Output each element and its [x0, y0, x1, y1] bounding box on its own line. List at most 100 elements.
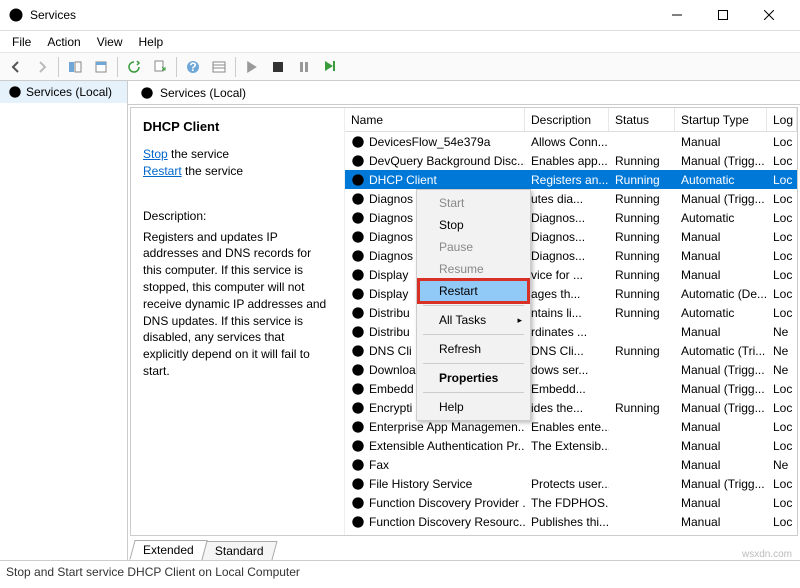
service-icon — [351, 211, 365, 225]
col-startup[interactable]: Startup Type — [675, 108, 767, 131]
service-icon — [351, 249, 365, 263]
restart-service-button[interactable] — [318, 55, 342, 79]
description-body: Registers and updates IP addresses and D… — [143, 229, 332, 380]
ctx-start[interactable]: Start — [419, 192, 528, 214]
svg-text:?: ? — [189, 60, 196, 74]
status-text: Stop and Start service DHCP Client on Lo… — [6, 565, 300, 579]
status-bar: Stop and Start service DHCP Client on Lo… — [0, 560, 800, 582]
table-row[interactable]: EmbeddEmbedd...Manual (Trigg...Loc — [345, 379, 797, 398]
ctx-pause[interactable]: Pause — [419, 236, 528, 258]
start-service-button[interactable] — [240, 55, 264, 79]
view-tabs: Extended Standard — [128, 536, 800, 560]
service-icon — [351, 515, 365, 529]
menu-help[interactable]: Help — [131, 33, 172, 51]
maximize-button[interactable] — [700, 0, 746, 30]
column-headers: Name Description Status Startup Type Log — [345, 108, 797, 132]
service-icon — [351, 420, 365, 434]
ctx-properties[interactable]: Properties — [419, 367, 528, 389]
table-row[interactable]: File History ServiceProtects user...Manu… — [345, 474, 797, 493]
pause-service-button[interactable] — [292, 55, 316, 79]
table-row[interactable]: Displayvice for ...RunningManualLoc — [345, 265, 797, 284]
refresh-button[interactable] — [122, 55, 146, 79]
export-button[interactable] — [148, 55, 172, 79]
titlebar: Services — [0, 0, 800, 31]
service-icon — [351, 401, 365, 415]
help-button[interactable]: ? — [181, 55, 205, 79]
services-list[interactable]: Name Description Status Startup Type Log… — [345, 108, 797, 535]
service-icon — [351, 268, 365, 282]
pane-header: Services (Local) — [128, 81, 800, 105]
ctx-refresh[interactable]: Refresh — [419, 338, 528, 360]
ctx-stop[interactable]: Stop — [419, 214, 528, 236]
service-icon — [351, 496, 365, 510]
service-icon — [351, 458, 365, 472]
table-row[interactable]: DNS CliDNS Cli...RunningAutomatic (Tri..… — [345, 341, 797, 360]
service-icon — [351, 325, 365, 339]
table-row[interactable]: Enterprise App Managemen...Enables ente.… — [345, 417, 797, 436]
table-row[interactable]: DiagnosDiagnos...RunningManualLoc — [345, 227, 797, 246]
service-icon — [351, 287, 365, 301]
show-hide-button[interactable] — [63, 55, 87, 79]
table-row[interactable]: FaxManualNe — [345, 455, 797, 474]
col-status[interactable]: Status — [609, 108, 675, 131]
service-icon — [351, 477, 365, 491]
stop-link[interactable]: Stop — [143, 147, 168, 161]
service-icon — [351, 344, 365, 358]
detail-title: DHCP Client — [143, 118, 332, 136]
col-name[interactable]: Name — [345, 108, 525, 131]
service-icon — [351, 173, 365, 187]
col-description[interactable]: Description — [525, 108, 609, 131]
back-button[interactable] — [4, 55, 28, 79]
table-row[interactable]: Extensible Authentication Pr...The Exten… — [345, 436, 797, 455]
ctx-help[interactable]: Help — [419, 396, 528, 418]
table-row[interactable]: DevicesFlow_54e379aAllows Conn...ManualL… — [345, 132, 797, 151]
tab-standard[interactable]: Standard — [201, 541, 277, 560]
table-row[interactable]: DiagnosDiagnos...RunningManualLoc — [345, 246, 797, 265]
service-icon — [351, 306, 365, 320]
services-icon — [8, 7, 24, 23]
service-icon — [351, 135, 365, 149]
window-title: Services — [30, 8, 654, 22]
table-row[interactable]: DiagnosDiagnos...RunningAutomaticLoc — [345, 208, 797, 227]
services-icon — [140, 86, 154, 100]
col-logon[interactable]: Log — [767, 108, 797, 131]
tab-extended[interactable]: Extended — [129, 540, 207, 560]
service-icon — [351, 382, 365, 396]
ctx-all-tasks[interactable]: All Tasks — [419, 309, 528, 331]
menu-view[interactable]: View — [89, 33, 131, 51]
table-row[interactable]: Displayages th...RunningAutomatic (De...… — [345, 284, 797, 303]
properties-button[interactable] — [89, 55, 113, 79]
grid-button[interactable] — [207, 55, 231, 79]
service-icon — [351, 363, 365, 377]
table-row[interactable]: Downloadows ser...Manual (Trigg...Ne — [345, 360, 797, 379]
menu-file[interactable]: File — [4, 33, 39, 51]
stop-service-link-row: Stop the service — [143, 146, 332, 163]
table-row[interactable]: DevQuery Background Disc...Enables app..… — [345, 151, 797, 170]
menubar: File Action View Help — [0, 31, 800, 53]
menu-action[interactable]: Action — [39, 33, 88, 51]
service-icon — [351, 192, 365, 206]
table-row[interactable]: Function Discovery Provider ...The FDPHO… — [345, 493, 797, 512]
left-tree-pane: Services (Local) — [0, 81, 128, 560]
service-icon — [351, 439, 365, 453]
ctx-resume[interactable]: Resume — [419, 258, 528, 280]
minimize-button[interactable] — [654, 0, 700, 30]
tree-node-services[interactable]: Services (Local) — [0, 81, 127, 103]
table-row[interactable]: Function Discovery Resourc...Publishes t… — [345, 512, 797, 531]
table-row[interactable]: Encryptiides the...RunningManual (Trigg.… — [345, 398, 797, 417]
forward-button[interactable] — [30, 55, 54, 79]
table-row[interactable]: Diagnosutes dia...RunningManual (Trigg..… — [345, 189, 797, 208]
stop-service-button[interactable] — [266, 55, 290, 79]
table-row[interactable]: Distribuntains li...RunningAutomaticLoc — [345, 303, 797, 322]
close-button[interactable] — [746, 0, 792, 30]
watermark: wsxdn.com — [742, 549, 792, 560]
service-icon — [351, 230, 365, 244]
ctx-restart[interactable]: Restart — [419, 280, 528, 302]
table-row[interactable]: DHCP ClientRegisters an...RunningAutomat… — [345, 170, 797, 189]
restart-link[interactable]: Restart — [143, 164, 182, 178]
context-menu: Start Stop Pause Resume Restart All Task… — [416, 189, 531, 421]
detail-panel: DHCP Client Stop the service Restart the… — [131, 108, 345, 535]
table-row[interactable]: Distriburdinates ...ManualNe — [345, 322, 797, 341]
toolbar: ? — [0, 53, 800, 81]
service-icon — [351, 154, 365, 168]
